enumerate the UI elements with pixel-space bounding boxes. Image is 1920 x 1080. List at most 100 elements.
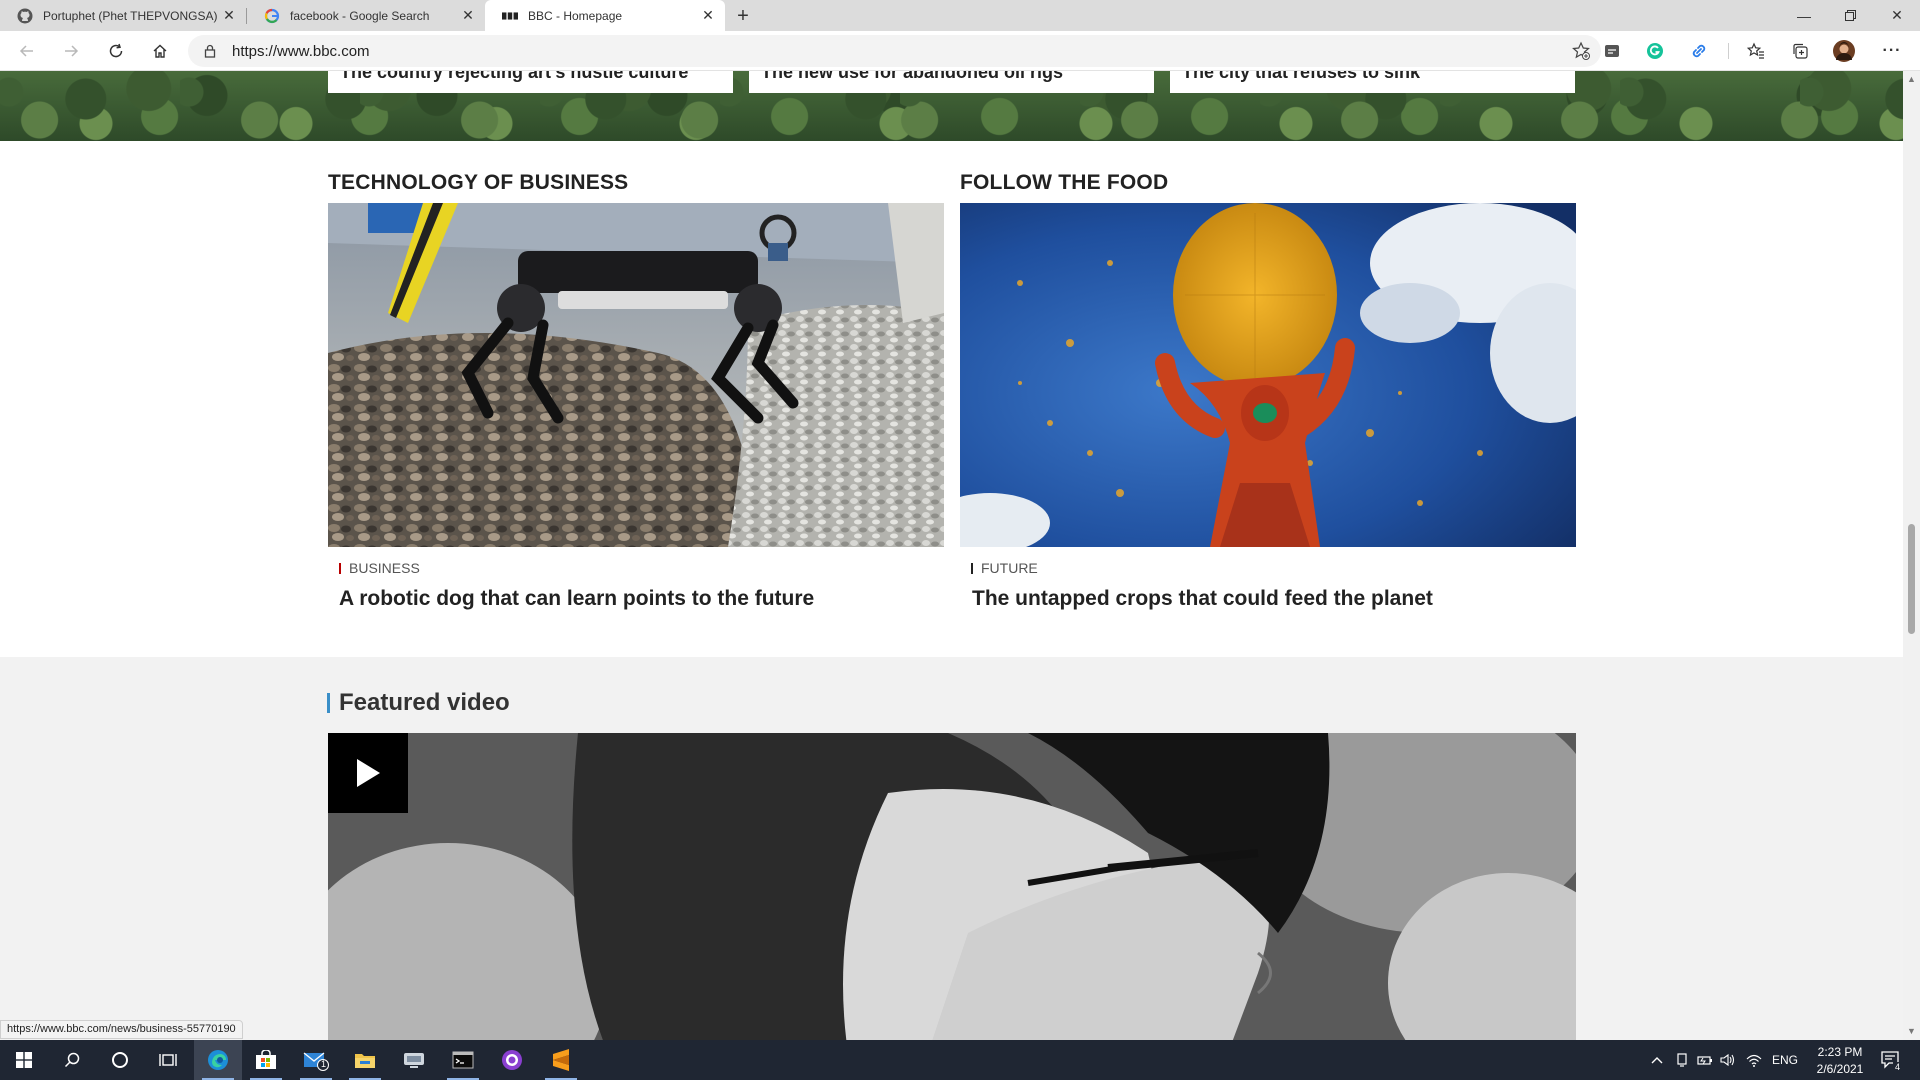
story-category[interactable]: BUSINESS bbox=[339, 560, 420, 576]
battery-icon bbox=[1697, 1056, 1712, 1065]
story-headline[interactable]: A robotic dog that can learn points to t… bbox=[339, 587, 814, 611]
close-icon[interactable]: ✕ bbox=[457, 5, 479, 27]
robot-dog-photo[interactable] bbox=[328, 203, 944, 547]
device-icon bbox=[1677, 1053, 1687, 1067]
toolbar-separator bbox=[1728, 43, 1729, 59]
show-hidden-icons-button[interactable] bbox=[1649, 1052, 1665, 1068]
taskbar-app-purple[interactable] bbox=[488, 1040, 536, 1080]
tab-strip: Portuphet (Phet THEPVONGSA) ✕ facebook -… bbox=[0, 0, 1920, 31]
collections-icon bbox=[1793, 43, 1808, 59]
taskbar-app-sublime-text[interactable] bbox=[537, 1040, 585, 1080]
tab-google-search[interactable]: facebook - Google Search ✕ bbox=[247, 0, 485, 31]
top-story-card[interactable]: The country rejecting art's hustle cultu… bbox=[328, 71, 733, 93]
play-icon bbox=[357, 759, 380, 787]
tab-title: facebook - Google Search bbox=[290, 8, 430, 23]
edge-icon bbox=[208, 1050, 228, 1070]
tab-github[interactable]: Portuphet (Phet THEPVONGSA) ✕ bbox=[0, 0, 246, 31]
top-story-headline[interactable]: The new use for abandoned oil rigs bbox=[761, 71, 1063, 83]
input-language-indicator[interactable]: ENG bbox=[1772, 1053, 1798, 1067]
search-button[interactable] bbox=[48, 1040, 96, 1080]
cortana-button[interactable] bbox=[96, 1040, 144, 1080]
forest-banner-image: The country rejecting art's hustle cultu… bbox=[0, 71, 1903, 141]
new-tab-button[interactable]: + bbox=[731, 4, 755, 28]
lock-icon bbox=[204, 44, 216, 58]
store-icon bbox=[256, 1050, 276, 1069]
taskbar-app-onedrive-backup[interactable] bbox=[390, 1040, 438, 1080]
more-icon: ··· bbox=[1882, 42, 1902, 59]
scroll-down-icon[interactable]: ▼ bbox=[1907, 1027, 1916, 1036]
start-button[interactable] bbox=[0, 1040, 48, 1080]
close-icon[interactable]: ✕ bbox=[218, 5, 240, 27]
status-link-preview: https://www.bbc.com/news/business-557701… bbox=[0, 1020, 243, 1039]
link-extension-button[interactable] bbox=[1687, 39, 1711, 63]
profile-button[interactable] bbox=[1832, 39, 1856, 63]
notification-count-badge: 4 bbox=[1893, 1062, 1903, 1072]
page-viewport: The country rejecting art's hustle cultu… bbox=[0, 71, 1903, 1040]
refresh-icon bbox=[109, 43, 123, 58]
home-icon bbox=[153, 44, 167, 58]
back-button[interactable] bbox=[11, 35, 43, 67]
terminal-icon bbox=[452, 1051, 474, 1069]
top-story-card[interactable]: The city that refuses to sink bbox=[1170, 71, 1575, 93]
browser-toolbar: https://www.bbc.com ··· bbox=[0, 31, 1920, 71]
url-text: https://www.bbc.com bbox=[232, 43, 370, 60]
taskbar-app-edge[interactable] bbox=[194, 1040, 242, 1080]
refresh-button[interactable] bbox=[100, 35, 132, 67]
scroll-up-icon[interactable]: ▲ bbox=[1907, 75, 1916, 84]
add-favorite-icon[interactable] bbox=[1571, 41, 1591, 61]
mail-badge-count: 1 bbox=[321, 1059, 327, 1069]
close-window-button[interactable]: ✕ bbox=[1874, 0, 1920, 31]
grammarly-icon bbox=[1647, 43, 1663, 59]
story-category[interactable]: FUTURE bbox=[971, 560, 1038, 576]
restore-button[interactable] bbox=[1827, 0, 1873, 31]
tab-bbc-homepage[interactable]: BBC - Homepage ✕ bbox=[485, 0, 725, 31]
home-button[interactable] bbox=[144, 35, 176, 67]
google-icon bbox=[264, 8, 280, 24]
play-button[interactable] bbox=[328, 733, 408, 813]
minimize-button[interactable]: — bbox=[1781, 0, 1827, 31]
taskbar-app-mail[interactable]: 1 bbox=[292, 1040, 340, 1080]
device-tray-button[interactable] bbox=[1674, 1052, 1690, 1068]
favorites-button[interactable] bbox=[1744, 39, 1768, 63]
battery-tray-button[interactable] bbox=[1697, 1052, 1713, 1068]
top-story-card[interactable]: The new use for abandoned oil rigs bbox=[749, 71, 1154, 93]
heading-accent-bar bbox=[327, 693, 330, 713]
folder-icon bbox=[355, 1054, 375, 1068]
wifi-icon bbox=[1746, 1054, 1762, 1067]
featured-video-title: Featured video bbox=[339, 689, 510, 716]
scrollbar-thumb[interactable] bbox=[1908, 524, 1915, 634]
clock-date[interactable]: 2/6/2021 bbox=[1815, 1062, 1865, 1076]
taskbar-app-file-explorer[interactable] bbox=[341, 1040, 389, 1080]
reading-view-button[interactable] bbox=[1600, 39, 1624, 63]
taskbar-app-terminal[interactable] bbox=[439, 1040, 487, 1080]
windows-icon bbox=[16, 1052, 32, 1068]
cortana-icon bbox=[112, 1052, 128, 1068]
woman-sifting-grain-photo[interactable] bbox=[960, 203, 1576, 547]
section-title[interactable]: FOLLOW THE FOOD bbox=[960, 171, 1168, 195]
volume-tray-button[interactable] bbox=[1720, 1052, 1736, 1068]
category-label[interactable]: BUSINESS bbox=[349, 560, 420, 576]
category-accent-bar bbox=[971, 562, 973, 574]
reader-icon bbox=[1605, 45, 1619, 57]
story-headline[interactable]: The untapped crops that could feed the p… bbox=[972, 587, 1433, 611]
address-bar[interactable]: https://www.bbc.com bbox=[188, 35, 1601, 67]
settings-more-button[interactable]: ··· bbox=[1880, 39, 1904, 63]
featured-video-player[interactable] bbox=[328, 733, 1576, 1040]
top-story-headline[interactable]: The country rejecting art's hustle cultu… bbox=[340, 71, 688, 83]
task-view-icon bbox=[159, 1054, 177, 1066]
top-story-headline[interactable]: The city that refuses to sink bbox=[1182, 71, 1420, 83]
grammarly-button[interactable] bbox=[1643, 39, 1667, 63]
taskbar-app-store[interactable] bbox=[242, 1040, 290, 1080]
collections-button[interactable] bbox=[1788, 39, 1812, 63]
category-label[interactable]: FUTURE bbox=[981, 560, 1038, 576]
wifi-tray-button[interactable] bbox=[1746, 1052, 1762, 1068]
forward-button[interactable] bbox=[55, 35, 87, 67]
section-title[interactable]: TECHNOLOGY OF BUSINESS bbox=[328, 171, 628, 195]
chevron-up-icon bbox=[1651, 1057, 1663, 1064]
task-view-button[interactable] bbox=[144, 1040, 192, 1080]
close-icon[interactable]: ✕ bbox=[697, 5, 719, 27]
category-accent-bar bbox=[339, 562, 341, 574]
clock-time[interactable]: 2:23 PM bbox=[1815, 1045, 1865, 1059]
sublime-text-icon bbox=[553, 1049, 569, 1071]
vertical-scrollbar[interactable]: ▲ ▼ bbox=[1903, 71, 1920, 1040]
